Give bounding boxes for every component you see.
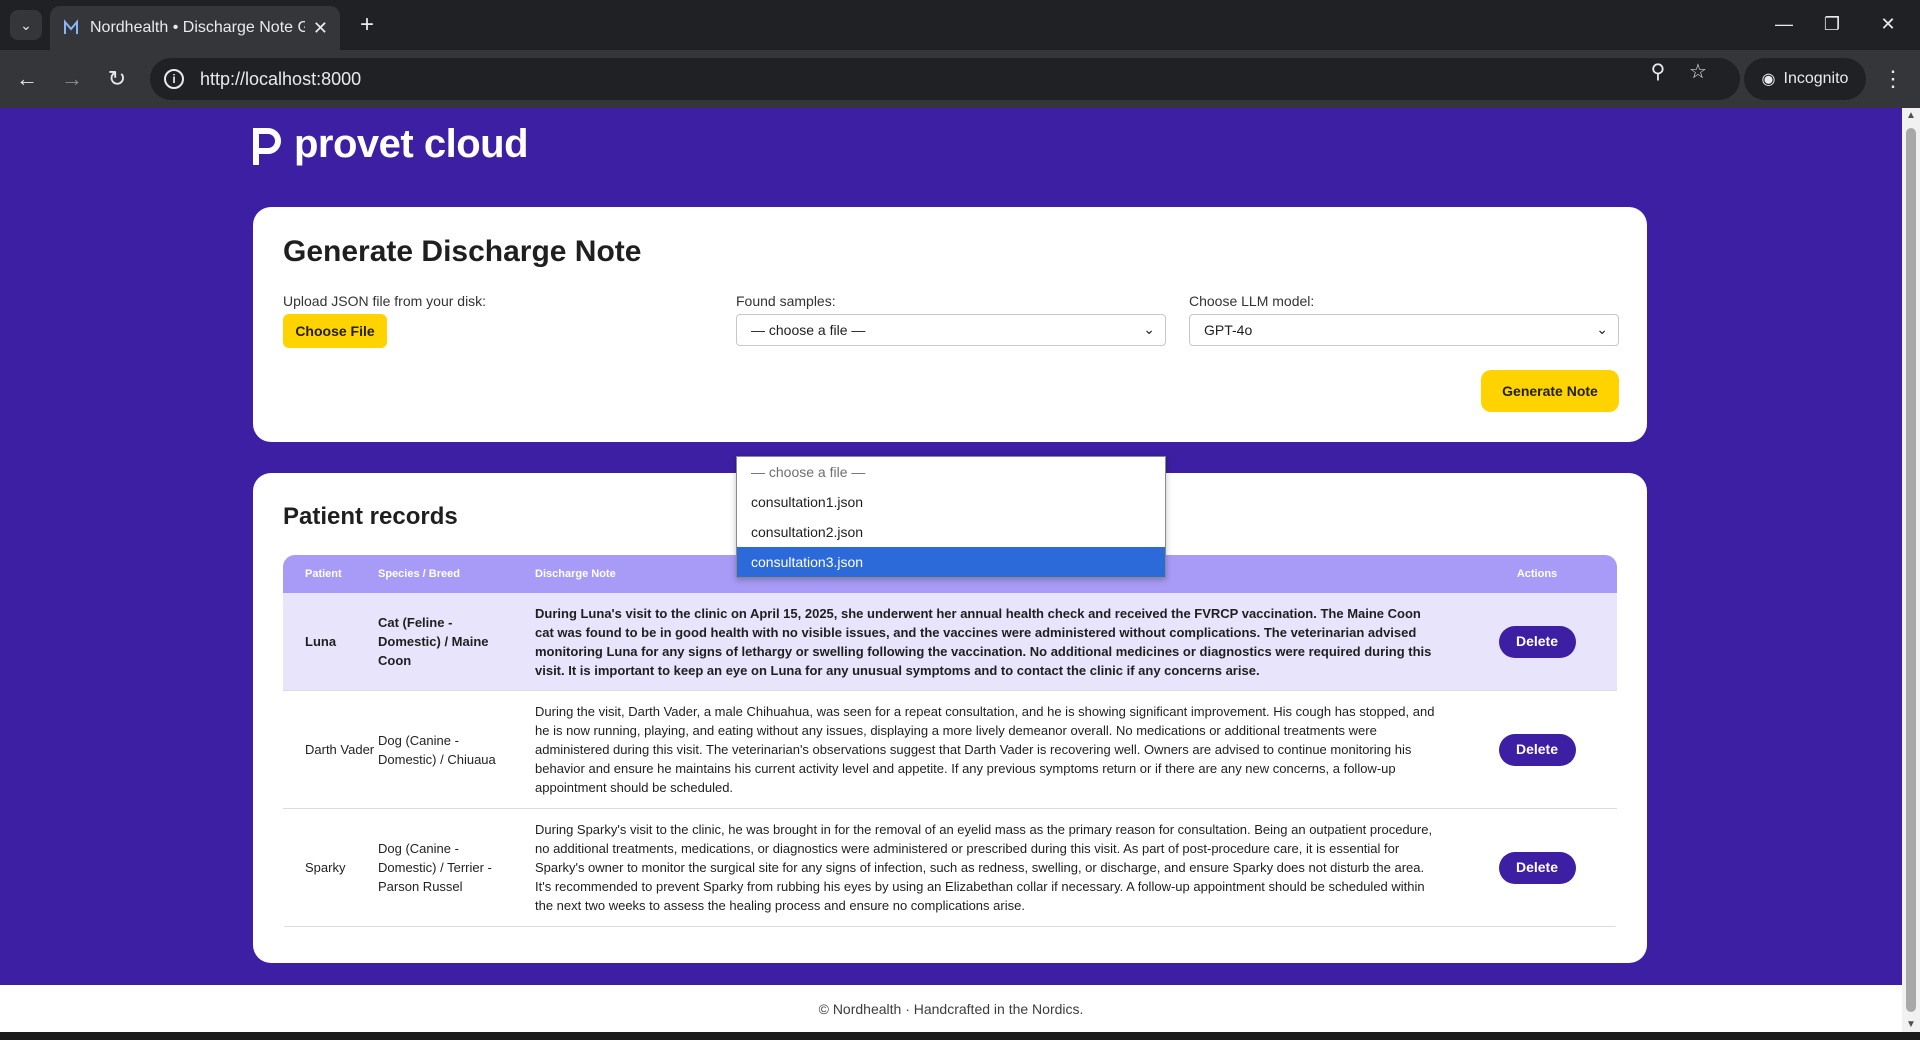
page-viewport: provet cloud Generate Discharge Note Upl… — [0, 108, 1902, 985]
delete-button[interactable]: Delete — [1498, 851, 1576, 884]
info-icon[interactable]: i — [164, 69, 184, 89]
incognito-label: Incognito — [1783, 70, 1849, 87]
choose-file-button[interactable]: Choose File — [283, 314, 387, 348]
new-tab-button[interactable]: + — [352, 10, 382, 40]
reload-icon: ↻ — [107, 66, 127, 91]
browser-tab-bar: ⌄ Nordhealth • Discharge Note Generator … — [0, 0, 1920, 50]
table-row[interactable]: Darth Vader Dog (Canine - Domestic) / Ch… — [283, 691, 1617, 809]
chevron-down-icon: ⌄ — [1596, 321, 1608, 337]
actions-cell: Delete — [1457, 733, 1617, 766]
tab-search-button[interactable]: ⌄ — [10, 10, 42, 40]
arrow-left-icon: ← — [16, 66, 38, 91]
reload-button[interactable]: ↻ — [100, 62, 134, 96]
scrollbar-thumb[interactable] — [1906, 128, 1916, 1012]
chevron-down-icon: ⌄ — [20, 16, 32, 33]
discharge-note: During Luna's visit to the clinic on Apr… — [535, 605, 1432, 678]
model-select[interactable]: GPT-4o ⌄ — [1189, 314, 1619, 346]
model-label: Choose LLM model: — [1189, 293, 1315, 309]
discharge-note: During Sparky's visit to the clinic, he … — [535, 822, 1433, 913]
tab-close-icon[interactable]: ✕ — [313, 18, 328, 39]
tab-title: Nordhealth • Discharge Note Generator — [90, 19, 305, 36]
arrow-right-icon: → — [61, 66, 83, 91]
scroll-down-icon[interactable]: ▼ — [1906, 1019, 1916, 1030]
species-breed: Dog (Canine - Domestic) / Terrier - Pars… — [378, 841, 492, 894]
patient-name: Darth Vader — [305, 742, 375, 757]
samples-label: Found samples: — [736, 293, 836, 309]
dropdown-option[interactable]: consultation1.json — [737, 487, 1165, 517]
footer-text: © Nordhealth · Handcrafted in the Nordic… — [818, 1000, 1084, 1017]
incognito-indicator[interactable]: ◉ Incognito — [1744, 58, 1866, 100]
page-title: Generate Discharge Note — [283, 235, 642, 268]
table-row[interactable]: Sparky Dog (Canine - Domestic) / Terrier… — [283, 809, 1617, 927]
patient-name: Sparky — [305, 860, 346, 875]
incognito-icon: ◉ — [1761, 71, 1776, 88]
browser-tab[interactable]: Nordhealth • Discharge Note Generator ✕ — [50, 6, 340, 50]
delete-button[interactable]: Delete — [1498, 625, 1576, 658]
provet-logo-mark-icon — [253, 127, 281, 165]
model-selected-value: GPT-4o — [1204, 322, 1253, 338]
upload-label: Upload JSON file from your disk: — [283, 293, 487, 309]
browser-toolbar: ← → ↻ i http://localhost:8000 ⚲ ☆ ◉ Inco… — [0, 50, 1920, 108]
browser-menu-icon[interactable]: ⋮ — [1876, 62, 1910, 96]
dropdown-option[interactable]: — choose a file — — [737, 457, 1165, 487]
provet-cloud-logo[interactable]: provet cloud — [252, 122, 529, 167]
minimize-button[interactable]: — — [1764, 8, 1804, 40]
species-breed: Cat (Feline - Domestic) / Maine Coon — [378, 615, 489, 668]
generate-note-button[interactable]: Generate Note — [1481, 370, 1619, 412]
samples-select[interactable]: — choose a file — ⌄ — [736, 314, 1166, 346]
address-bar[interactable]: i http://localhost:8000 — [150, 58, 1740, 100]
patient-records-table: Patient Species / Breed Discharge Note A… — [283, 555, 1617, 933]
dropdown-option[interactable]: consultation2.json — [737, 517, 1165, 547]
samples-selected-value: — choose a file — — [751, 322, 866, 338]
os-taskbar — [0, 1032, 1920, 1040]
column-header: Patient — [305, 568, 342, 580]
chevron-down-icon: ⌄ — [1143, 321, 1155, 337]
dropdown-option[interactable]: consultation3.json — [737, 547, 1165, 577]
bookmark-star-icon[interactable]: ☆ — [1683, 58, 1713, 84]
logo-text: provet cloud — [294, 122, 529, 166]
vertical-scrollbar[interactable]: ▲ ▼ — [1902, 108, 1920, 1032]
generate-note-card: Generate Discharge Note Upload JSON file… — [253, 207, 1647, 442]
table-row[interactable]: Luna Cat (Feline - Domestic) / Maine Coo… — [283, 593, 1617, 691]
delete-button[interactable]: Delete — [1498, 733, 1576, 766]
nordhealth-favicon-icon — [64, 19, 78, 34]
forward-button[interactable]: → — [55, 62, 89, 96]
url-text[interactable]: http://localhost:8000 — [200, 69, 361, 90]
page-footer: © Nordhealth · Handcrafted in the Nordic… — [0, 985, 1902, 1032]
actions-cell: Delete — [1457, 625, 1617, 658]
restore-button[interactable]: ❐ — [1812, 8, 1852, 40]
zoom-icon[interactable]: ⚲ — [1643, 58, 1673, 84]
patient-name: Luna — [305, 634, 337, 649]
discharge-note: During the visit, Darth Vader, a male Ch… — [535, 704, 1435, 795]
samples-dropdown-list: — choose a file — consultation1.json con… — [736, 456, 1166, 578]
scroll-up-icon[interactable]: ▲ — [1906, 110, 1916, 121]
back-button[interactable]: ← — [10, 62, 44, 96]
column-header: Species / Breed — [378, 568, 460, 580]
actions-cell: Delete — [1457, 851, 1617, 884]
column-header: Actions — [1516, 568, 1558, 580]
section-title: Patient records — [283, 503, 458, 530]
species-breed: Dog (Canine - Domestic) / Chiuaua — [378, 732, 496, 767]
close-window-button[interactable]: ✕ — [1868, 8, 1908, 40]
